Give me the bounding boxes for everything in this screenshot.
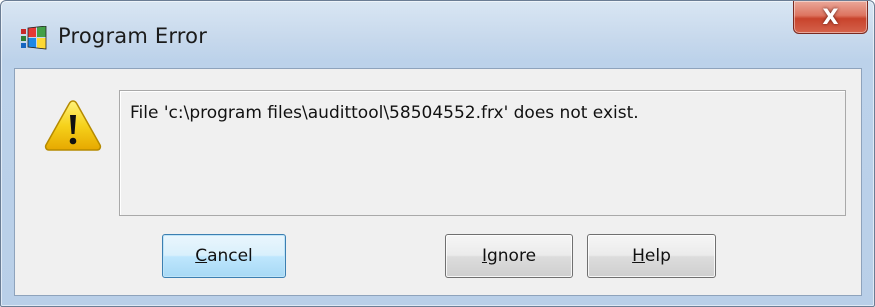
ignore-button-label: gnore [486, 246, 537, 266]
help-button-mnemonic: H [632, 246, 645, 266]
error-message: File 'c:\program files\audittool\5850455… [130, 103, 639, 123]
close-icon: X [822, 4, 839, 29]
app-icon [21, 25, 47, 50]
help-button-label: elp [644, 246, 671, 266]
ignore-button[interactable]: Ignore [445, 234, 573, 278]
dialog-body: File 'c:\program files\audittool\5850455… [14, 68, 862, 296]
message-area: File 'c:\program files\audittool\5850455… [119, 90, 846, 216]
help-button[interactable]: Help [587, 234, 716, 278]
cancel-button-label: ancel [207, 246, 253, 266]
close-button[interactable]: X [793, 1, 868, 34]
program-error-dialog: Program Error X File 'c:\program files\a… [0, 0, 875, 307]
dialog-title: Program Error [58, 24, 208, 48]
cancel-button[interactable]: Cancel [162, 234, 286, 278]
title-bar[interactable]: Program Error X [1, 1, 874, 67]
warning-icon [44, 99, 102, 151]
cancel-button-mnemonic: C [195, 246, 208, 266]
